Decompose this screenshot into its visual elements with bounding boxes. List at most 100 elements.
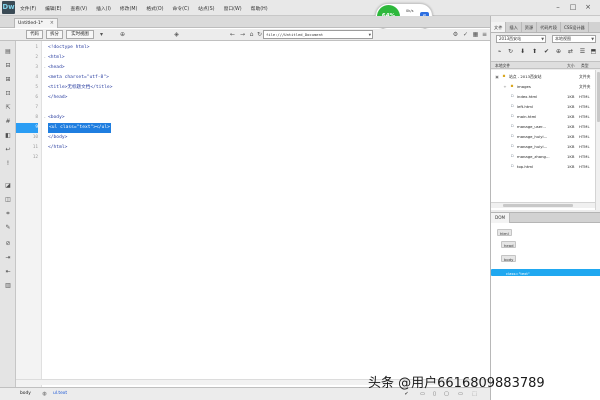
file-tree-row[interactable]: ▫ main.html 1KB HTML <box>491 112 595 122</box>
file-tree-row[interactable]: ▫ left.html 1KB HTML <box>491 102 595 112</box>
get-files-icon[interactable]: ⬇ <box>518 47 527 56</box>
fold-marker-icon[interactable]: - <box>44 53 47 63</box>
scrollbar-thumb[interactable] <box>503 204 573 207</box>
panel-tab[interactable]: CSS设计器 <box>561 22 589 32</box>
dom-node[interactable]: body <box>501 255 517 262</box>
tag-selector-ul[interactable]: ul.text <box>53 390 67 398</box>
back-arrow-icon[interactable]: ← <box>228 30 237 39</box>
word-wrap-icon[interactable]: ↩ <box>3 145 13 154</box>
code-line[interactable]: <meta charset="utf-8"> <box>48 73 109 83</box>
tablet-size-icon[interactable]: ▢ <box>442 390 451 398</box>
settings-icon[interactable]: ⚙ <box>451 30 460 39</box>
code-line[interactable]: <body> <box>48 113 65 123</box>
check-in-icon[interactable]: ⊕ <box>554 47 563 56</box>
collapse-selection-icon[interactable]: ⊞ <box>3 75 13 84</box>
collapse-tag-icon[interactable]: ⊟ <box>3 61 13 70</box>
expand-toggle-icon[interactable]: + <box>502 82 508 92</box>
live-view-button[interactable]: 实时视图 <box>66 30 94 39</box>
menu-item[interactable]: 文件(F) <box>20 5 36 12</box>
html-type-icon[interactable]: ▭ <box>418 390 427 398</box>
maximize-button[interactable]: □ <box>567 2 579 13</box>
column-size[interactable]: 大小 <box>567 62 575 69</box>
panel-tab[interactable]: 代码片段 <box>537 22 561 32</box>
menu-item[interactable]: 窗口(W) <box>224 5 242 12</box>
dropdown-icon[interactable]: ▾ <box>97 30 106 39</box>
menu-item[interactable]: 插入(I) <box>96 5 111 12</box>
menu-item[interactable]: 修改(M) <box>120 5 137 12</box>
move-css-icon[interactable]: ⊘ <box>3 239 13 248</box>
split-view-button[interactable]: 拆分 <box>46 30 63 39</box>
expand-all-icon[interactable]: ⊡ <box>3 89 13 98</box>
log-icon[interactable]: ☰ <box>578 47 587 56</box>
file-tree-row[interactable]: ▫ manage_huiyi... 1KB HTML <box>491 132 595 142</box>
close-tab-icon[interactable]: × <box>50 19 54 28</box>
file-tree-row[interactable]: ▫ manage_user... 1KB HTML <box>491 122 595 132</box>
sync-icon[interactable]: ⇄ <box>566 47 575 56</box>
tab-dom[interactable]: DOM <box>491 213 511 223</box>
fold-marker-icon[interactable]: - <box>44 63 47 73</box>
code-line[interactable]: <html> <box>48 53 65 63</box>
expand-icon[interactable]: ⬒ <box>589 47 598 56</box>
highlight-invalid-icon[interactable]: ◧ <box>3 131 13 140</box>
code-editor[interactable]: 1 2 3 4 5 6 7 8 9 10 11 12 <!doctype html> <html> - <h… <box>16 41 490 387</box>
code-line[interactable]: </body> <box>48 133 67 143</box>
forward-arrow-icon[interactable]: → <box>238 30 247 39</box>
window-size-icon[interactable]: ⬚ <box>470 390 479 398</box>
format-source-icon[interactable]: ▥ <box>3 281 13 290</box>
file-tree-row[interactable]: ▫ manage_huiyi... 1KB HTML <box>491 142 595 152</box>
check-out-icon[interactable]: ✔ <box>542 47 551 56</box>
close-window-button[interactable]: × <box>582 2 594 13</box>
file-tree-row[interactable]: ▣ ▪ 站点 - 2013西安站 文件夹 <box>491 72 595 82</box>
panel-tab[interactable]: 文件 <box>491 22 507 32</box>
wrap-tag-icon[interactable]: ⌗ <box>3 209 13 218</box>
indent-code-icon[interactable]: ⇥ <box>3 253 13 262</box>
code-line[interactable]: <ul class="text"></ul> <box>48 123 111 133</box>
dom-node[interactable]: head <box>501 241 517 248</box>
menu-item[interactable]: 编辑(E) <box>45 5 61 12</box>
menu-item[interactable]: 查看(V) <box>70 5 87 12</box>
address-dropdown-icon[interactable]: ▼ <box>369 31 371 38</box>
select-parent-tag-icon[interactable]: ⇱ <box>3 103 13 112</box>
dom-node[interactable]: html <box>497 229 512 236</box>
menu-item[interactable]: 命令(C) <box>172 5 189 12</box>
menu-item[interactable]: 站点(S) <box>198 5 214 12</box>
mobile-size-icon[interactable]: ▯ <box>430 390 439 398</box>
panel-tab[interactable]: 资源 <box>522 22 538 32</box>
apply-comment-icon[interactable]: ◪ <box>3 181 13 190</box>
fold-marker-icon[interactable]: - <box>44 113 47 123</box>
syntax-error-icon[interactable]: ! <box>3 159 13 168</box>
dom-node[interactable]: class="text" <box>491 269 600 276</box>
file-tree-row[interactable]: ▫ index.html 1KB HTML <box>491 92 595 102</box>
put-files-icon[interactable]: ⬆ <box>530 47 539 56</box>
code-line[interactable]: </html> <box>48 143 67 153</box>
file-tree-hscrollbar[interactable] <box>491 202 595 208</box>
inspect-icon[interactable]: ⊕ <box>118 30 127 39</box>
code-line[interactable]: <!doctype html> <box>48 43 90 53</box>
file-tree-scrollbar[interactable] <box>595 70 600 210</box>
check-icon[interactable]: ✓ <box>461 30 470 39</box>
file-tree-row[interactable]: ▫ manage_zhang... 1KB HTML <box>491 152 595 162</box>
outdent-code-icon[interactable]: ⇤ <box>3 267 13 276</box>
error-check-icon[interactable]: ✔ <box>402 390 411 398</box>
file-tree-row[interactable]: ▫ top.html 1KB HTML <box>491 162 595 172</box>
connect-icon[interactable]: ⌁ <box>495 47 504 56</box>
grid-icon[interactable]: ▦ <box>471 30 480 39</box>
remove-comment-icon[interactable]: ◫ <box>3 195 13 204</box>
address-input[interactable]: file:///Untitled_Document ▼ <box>263 30 373 39</box>
column-local-files[interactable]: 本地文件 <box>495 62 510 69</box>
expand-toggle-icon[interactable]: ▣ <box>494 72 500 82</box>
recent-snippets-icon[interactable]: ✎ <box>3 223 13 232</box>
document-tab[interactable]: Untitled-1* × <box>14 18 58 28</box>
column-type[interactable]: 类型 <box>581 62 589 69</box>
view-select[interactable]: 本地视图 ▼ <box>552 35 596 43</box>
code-line[interactable]: <title>无标题文档</title> <box>48 83 112 93</box>
code-line[interactable]: </head> <box>48 93 67 103</box>
code-line[interactable]: <head> <box>48 63 65 73</box>
refresh-icon[interactable]: ↻ <box>506 47 515 56</box>
site-select[interactable]: 2013西安站 ▼ <box>496 35 546 43</box>
line-numbers-icon[interactable]: # <box>3 117 13 126</box>
options-icon[interactable]: ≡ <box>480 30 489 39</box>
menu-item[interactable]: 帮助(H) <box>251 5 268 12</box>
preview-icon[interactable]: ◈ <box>172 30 181 39</box>
file-tree-row[interactable]: + ▪ images 文件夹 <box>491 82 595 92</box>
